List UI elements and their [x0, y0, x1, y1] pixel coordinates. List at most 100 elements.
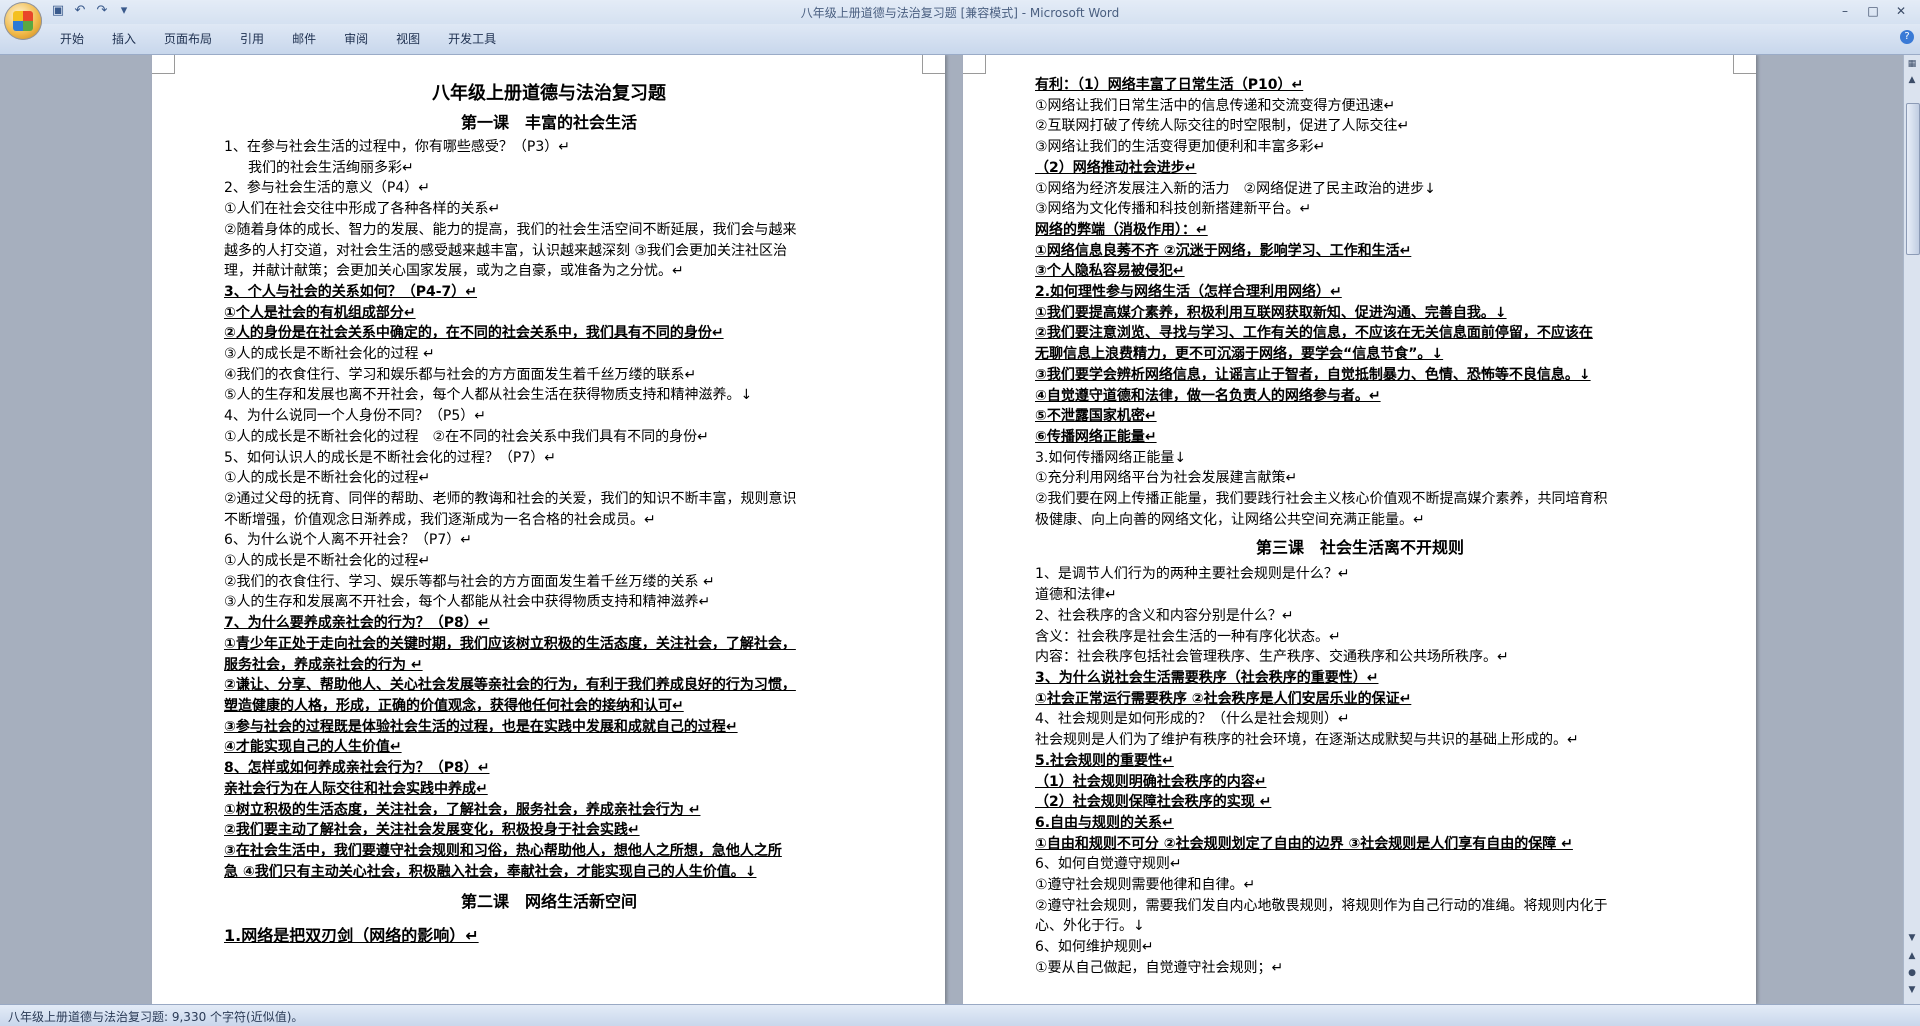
browse-object-icon[interactable]: ● — [1905, 966, 1919, 980]
document-area[interactable]: 八年级上册道德与法治复习题 第一课 丰富的社会生活 1、在参与社会生活的过程中，… — [0, 55, 1904, 1004]
paragraph-line: ②我们的衣食住行、学习、娱乐等都与社会的方方面面发生着千丝万缕的关系 ↵ — [224, 573, 715, 590]
page-right[interactable]: 有利：（1）网络丰富了日常生活（P10）↵ ①网络让我们日常生活中的信息传递和交流… — [963, 55, 1756, 1004]
document-title: 八年级上册道德与法治复习题 — [432, 83, 666, 104]
paragraph-line: ②我们要主动了解社会，关注社会发展变化，积极投身于社会实践↵ — [224, 822, 640, 839]
paragraph-line: ②我们要注意浏览、寻找与学习、工作有关的信息，不应该在无关信息面前停留，不应该在 — [1035, 325, 1593, 342]
paragraph-line: ①网络为经济发展注入新的活力 ②网络促进了民主政治的进步↓ — [1035, 180, 1436, 197]
office-button[interactable] — [4, 2, 42, 40]
paragraph-line: ④才能实现自己的人生价值↵ — [224, 739, 402, 756]
title-bar: ▣ ↶ ↷ ▾ 八年级上册道德与法治复习题 [兼容模式] - Microsoft… — [0, 0, 1920, 40]
status-bar: 八年级上册道德与法治复习题: 9,330 个字符(近似值)。 — [0, 1004, 1920, 1026]
paragraph-line: 网络的弊端（消极作用）：↵ — [1035, 221, 1208, 238]
paragraph-line: ③人的成长是不断社会化的过程 ↵ — [224, 346, 435, 363]
paragraph-line: 社会规则是人们为了维护有秩序的社会环境，在逐渐达成默契与共识的基础上形成的。↵ — [1035, 732, 1579, 749]
tab-page-layout[interactable]: 页面布局 — [150, 30, 226, 48]
paragraph-line: ①自由和规则不可分 ②社会规则划定了自由的边界 ③社会规则是人们享有自由的保障 … — [1035, 835, 1573, 852]
page-right-lines-b: 1、是调节人们行为的两种主要社会规则是什么？↵ 道德和法律↵ 2、社会秩序的含义和内… — [1035, 564, 1685, 978]
paragraph-line: 1.网络是把双刃剑（网络的影响）↵ — [224, 926, 479, 946]
next-page-icon[interactable]: ▼ — [1905, 983, 1919, 997]
lesson-2-title: 第二课 网络生活新空间 — [460, 892, 637, 912]
paragraph-line: 2、参与社会生活的意义（P4）↵ — [224, 180, 430, 197]
page-left-content[interactable]: 八年级上册道德与法治复习题 第一课 丰富的社会生活 1、在参与社会生活的过程中，… — [224, 79, 874, 947]
paragraph-line: ④自觉遵守道德和法律，做一名负责人的网络参与者。↵ — [1035, 387, 1381, 404]
paragraph-line: 服务社会，养成亲社会的行为 ↵ — [224, 656, 423, 673]
scroll-up-icon[interactable]: ▲ — [1905, 73, 1919, 87]
paragraph-line: 塑造健康的人格，形成，正确的价值观念，获得他任何社会的接纳和认可↵ — [224, 697, 684, 714]
paragraph-line: ①网络信息良莠不齐 ②沉迷于网络，影响学习、工作和生活↵ — [1035, 242, 1412, 259]
paragraph-line: 8、怎样或如何养成亲社会行为？（P8）↵ — [224, 760, 490, 777]
paragraph-line: ①人的成长是不断社会化的过程↵ — [224, 470, 431, 487]
page-left-lines: 1、在参与社会生活的过程中，你有哪些感受？（P3）↵ 我们的社会生活绚丽多彩↵ 2、… — [224, 137, 874, 882]
page-left[interactable]: 八年级上册道德与法治复习题 第一课 丰富的社会生活 1、在参与社会生活的过程中，… — [152, 55, 945, 1004]
paragraph-line: ①充分利用网络平台为社会发展建言献策↵ — [1035, 470, 1298, 487]
paragraph-line: 1、在参与社会生活的过程中，你有哪些感受？（P3）↵ — [224, 139, 570, 155]
paragraph-line: 5.社会规则的重要性↵ — [1035, 752, 1174, 769]
ribbon-tabs: 开始 插入 页面布局 引用 邮件 审阅 视图 开发工具 ? — [0, 24, 1920, 55]
paragraph-line: （2）网络推动社会进步↵ — [1035, 159, 1197, 176]
tab-view[interactable]: 视图 — [382, 30, 434, 48]
scrollbar-thumb[interactable] — [1906, 103, 1920, 255]
tab-review[interactable]: 审阅 — [330, 30, 382, 48]
paragraph-line: 6、如何维护规则↵ — [1035, 939, 1154, 956]
paragraph-line: 道德和法律↵ — [1035, 587, 1117, 604]
paragraph-line: ①树立积极的生活态度，关注社会，了解社会，服务社会，养成亲社会行为 ↵ — [224, 801, 701, 818]
scroll-down-icon[interactable]: ▼ — [1905, 931, 1919, 945]
lesson-1-title: 第一课 丰富的社会生活 — [460, 113, 637, 132]
paragraph-line: 6、如何自觉遵守规则↵ — [1035, 856, 1182, 873]
paragraph-line: 理，并献计献策；会更加关心国家发展，或为之自豪，或准备为之分忧。↵ — [224, 263, 684, 280]
margin-mark — [963, 55, 986, 74]
maximize-icon[interactable]: □ — [1860, 2, 1886, 20]
paragraph-line: 4、社会规则是如何形成的？（什么是社会规则）↵ — [1035, 711, 1350, 728]
paragraph-line: 2.如何理性参与网络生活（怎样合理利用网络）↵ — [1035, 284, 1342, 301]
paragraph-line: ②通过父母的抚育、同伴的帮助、老师的教诲和社会的关爱，我们的知识不断丰富，规则意… — [224, 490, 797, 507]
paragraph-line: ①社会正常运行需要秩序 ②社会秩序是人们安居乐业的保证↵ — [1035, 690, 1412, 707]
paragraph-line: 越多的人打交道，对社会生活的感受越来越丰富，认识越来越深刻 ③我们会更加关注社区… — [224, 242, 787, 259]
paragraph-line: 急 ④我们只有主动关心社会，积极融入社会，奉献社会，才能实现自己的人生价值。↓ — [224, 863, 757, 880]
paragraph-line: ①人的成长是不断社会化的过程 ②在不同的社会关系中我们具有不同的身份↵ — [224, 428, 709, 445]
paragraph-line: ⑥传播网络正能量↵ — [1035, 428, 1157, 445]
paragraph-line: 3、为什么说社会生活需要秩序（社会秩序的重要性）↵ — [1035, 669, 1379, 686]
paragraph-line: ③人的生存和发展离不开社会，每个人都能从社会中获得物质支持和精神滋养↵ — [224, 594, 711, 611]
paragraph-line: ⑤不泄露国家机密↵ — [1035, 408, 1157, 425]
paragraph-line: ②人的身份是在社会关系中确定的，在不同的社会关系中，我们具有不同的身份↵ — [224, 325, 724, 342]
tab-developer[interactable]: 开发工具 — [434, 30, 510, 48]
paragraph-line: ③网络让我们的生活变得更加便利和丰富多彩↵ — [1035, 139, 1326, 156]
paragraph-line: 4、为什么说同一个人身份不同？（P5）↵ — [224, 408, 486, 425]
paragraph-line: ③网络为文化传播和科技创新搭建新平台。↵ — [1035, 201, 1312, 218]
paragraph-line: （2）社会规则保障社会秩序的实现 ↵ — [1035, 794, 1272, 811]
tab-mailings[interactable]: 邮件 — [278, 30, 330, 48]
paragraph-line: 5、如何认识人的成长是不断社会化的过程？（P7）↵ — [224, 449, 556, 466]
page-right-content[interactable]: 有利：（1）网络丰富了日常生活（P10）↵ ①网络让我们日常生活中的信息传递和交流… — [1035, 75, 1685, 979]
paragraph-line: （1）社会规则明确社会秩序的内容↵ — [1035, 773, 1267, 790]
previous-page-icon[interactable]: ▲ — [1905, 949, 1919, 963]
paragraph-line: ③我们要学会辨析网络信息，让谣言止于智者，自觉抵制暴力、色情、恐怖等不良信息。↓ — [1035, 366, 1591, 383]
paragraph-line: ②谦让、分享、帮助他人、关心社会发展等亲社会的行为，有利于我们养成良好的行为习惯… — [224, 677, 796, 694]
ruler-toggle-icon[interactable]: ▦ — [1905, 57, 1919, 71]
word-count-status[interactable]: 八年级上册道德与法治复习题: 9,330 个字符(近似值)。 — [8, 1008, 303, 1025]
paragraph-line: 有利：（1）网络丰富了日常生活（P10）↵ — [1035, 77, 1304, 93]
paragraph-line: 6.自由与规则的关系↵ — [1035, 814, 1174, 831]
window-title: 八年级上册道德与法治复习题 [兼容模式] - Microsoft Word — [800, 6, 1120, 20]
tab-references[interactable]: 引用 — [226, 30, 278, 48]
window-controls: – □ ✕ — [1832, 2, 1914, 20]
tab-home[interactable]: 开始 — [60, 30, 98, 48]
close-icon[interactable]: ✕ — [1888, 2, 1914, 20]
paragraph-line: ①我们要提高媒介素养，积极利用互联网获取新知、促进沟通、完善自我。↓ — [1035, 304, 1507, 321]
minimize-icon[interactable]: – — [1832, 2, 1858, 20]
paragraph-line: ③参与社会的过程既是体验社会生活的过程，也是在实践中发展和成就自己的过程↵ — [224, 718, 738, 735]
paragraph-line: ③个人隐私容易被侵犯↵ — [1035, 263, 1185, 280]
paragraph-line: ①网络让我们日常生活中的信息传递和交流变得方便迅速↵ — [1035, 97, 1396, 114]
paragraph-line: 不断增强，价值观念日渐养成，我们逐渐成为一名合格的社会成员。↵ — [224, 511, 656, 528]
paragraph-line: ②我们要在网上传播正能量，我们要践行社会主义核心价值观不断提高媒介素养，共同培育… — [1035, 491, 1608, 508]
page-right-lines-a: 有利：（1）网络丰富了日常生活（P10）↵ ①网络让我们日常生活中的信息传递和交流… — [1035, 75, 1685, 530]
paragraph-line: 内容：社会秩序包括社会管理秩序、生产秩序、交通秩序和公共场所秩序。↵ — [1035, 649, 1509, 666]
paragraph-line: 6、为什么说个人离不开社会？（P7）↵ — [224, 532, 472, 549]
paragraph-line: ①遵守社会规则需要他律和自律。↵ — [1035, 877, 1256, 894]
tab-insert[interactable]: 插入 — [98, 30, 150, 48]
paragraph-line: ①人们在社会交往中形成了各种各样的关系↵ — [224, 201, 501, 218]
paragraph-line: 极健康、向上向善的网络文化，让网络公共空间充满正能量。↵ — [1035, 511, 1425, 528]
office-logo-icon — [13, 11, 33, 31]
margin-mark — [1733, 55, 1756, 74]
help-icon[interactable]: ? — [1900, 30, 1914, 44]
vertical-scrollbar[interactable]: ▦ ▲ ▼ ▲ ● ▼ — [1903, 55, 1920, 1004]
